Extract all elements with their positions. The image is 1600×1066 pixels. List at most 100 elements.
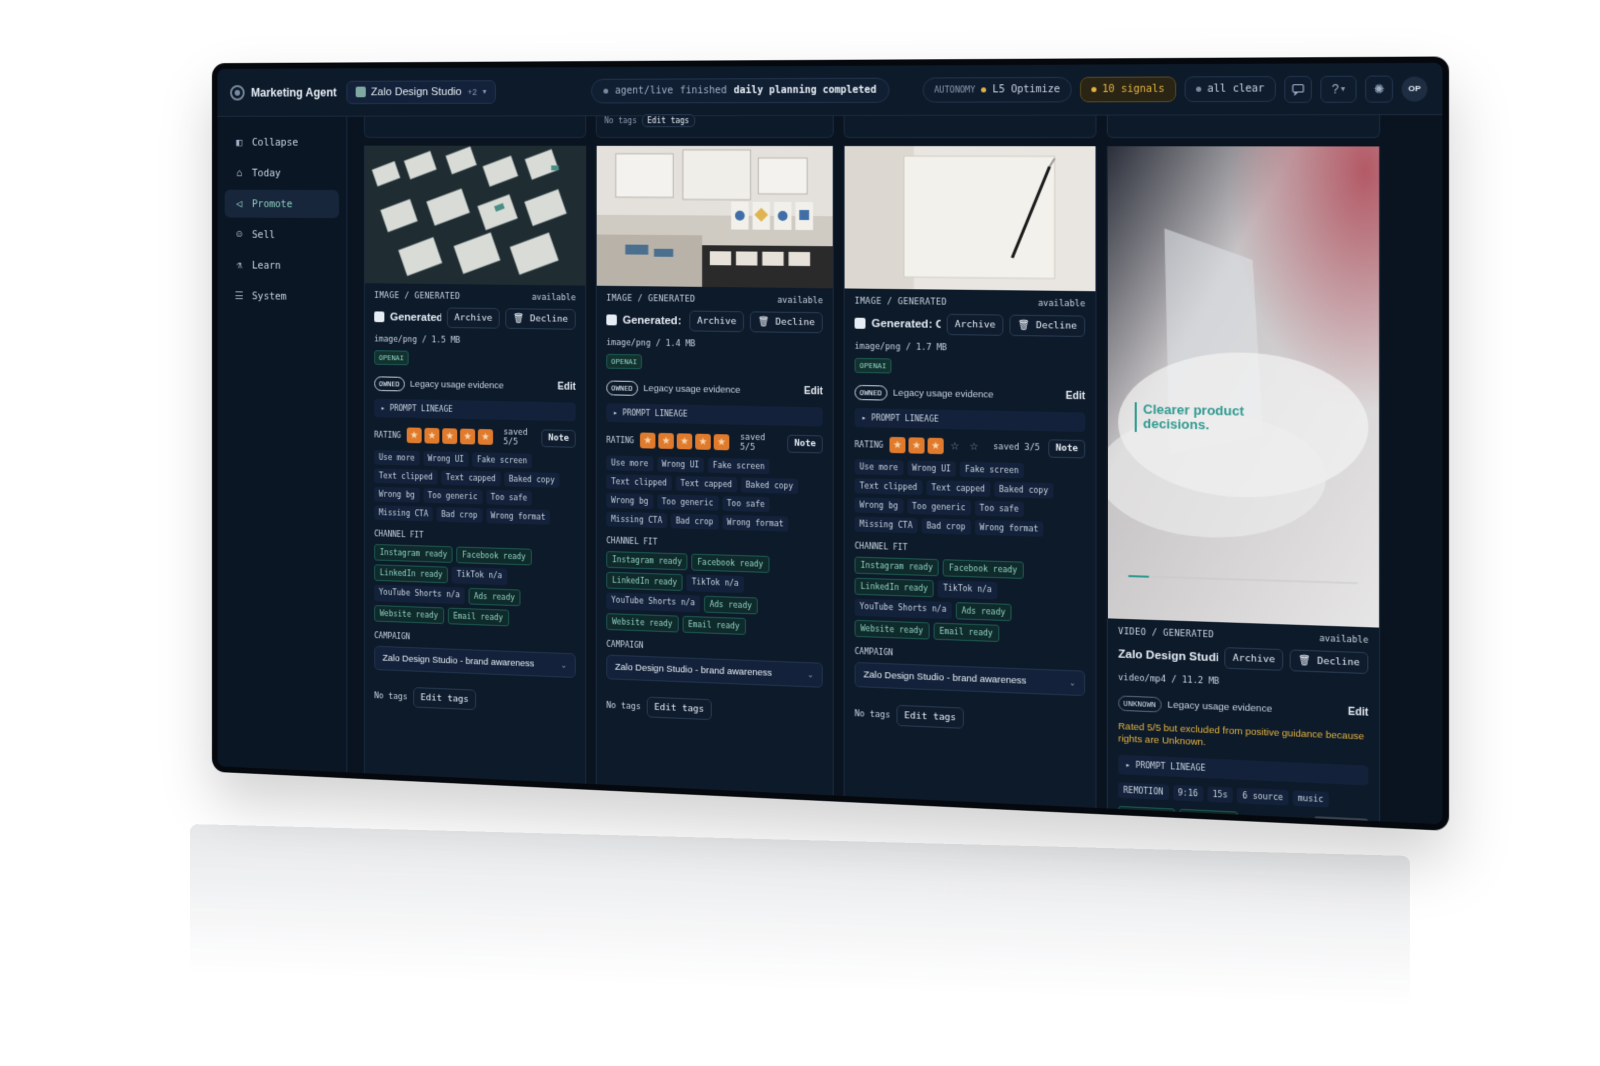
note-button[interactable]: Note <box>788 435 823 454</box>
edit-tags-button[interactable]: Edit tags <box>641 114 695 127</box>
feedback-chip[interactable]: Bad crop <box>671 513 718 529</box>
feedback-chip[interactable]: Bad crop <box>437 507 483 523</box>
channel-chip[interactable]: Email ready <box>448 608 509 627</box>
star-icon[interactable]: ★ <box>640 432 655 448</box>
edit-rights-button[interactable]: Edit <box>804 386 823 397</box>
prompt-lineage-toggle[interactable]: ▸ PROMPT LINEAGE <box>855 408 1086 432</box>
feedback-chip[interactable]: Bad crop <box>922 518 971 535</box>
feedback-chip[interactable]: Wrong format <box>974 520 1043 537</box>
campaign-select[interactable]: Zalo Design Studio - brand awareness ⌄ <box>374 646 575 678</box>
channel-chip[interactable]: YouTube Shorts n/a <box>374 585 464 605</box>
prompt-lineage-toggle[interactable]: ▸ PROMPT LINEAGE <box>1118 754 1368 785</box>
edit-rights-button[interactable]: Edit <box>558 382 576 393</box>
feedback-chip[interactable]: Wrong bg <box>606 493 653 509</box>
asset-thumbnail[interactable] <box>597 146 833 288</box>
video-asset-card[interactable]: Clearer product decisions. VIDEO / GENER… <box>1107 146 1380 821</box>
star-icon[interactable]: ★ <box>442 428 457 444</box>
edit-tags-button[interactable]: Edit tags <box>413 687 476 710</box>
edit-tags-button[interactable]: Edit tags <box>647 697 712 721</box>
feedback-chip[interactable]: Use more <box>855 459 903 475</box>
star-icon[interactable]: ★ <box>714 434 730 450</box>
channel-chip[interactable]: Ads ready <box>704 596 758 615</box>
feedback-chip[interactable]: Text clipped <box>374 468 437 484</box>
sidebar-item-collapse[interactable]: ◧ Collapse <box>225 128 339 156</box>
channel-chip[interactable]: LinkedIn ready <box>374 564 448 583</box>
decline-button[interactable]: 🗑 Decline <box>1290 649 1369 674</box>
channel-chip[interactable]: Facebook ready <box>457 546 532 565</box>
brand[interactable]: Marketing Agent <box>230 84 337 100</box>
channel-chip[interactable]: Instagram ready <box>855 557 939 577</box>
feedback-chip[interactable]: Missing CTA <box>374 505 433 521</box>
feedback-chip[interactable]: Too generic <box>657 494 718 511</box>
workspace-switcher[interactable]: Zalo Design Studio +2 ▾ <box>346 80 496 104</box>
feedback-chip[interactable]: Text clipped <box>606 474 671 490</box>
note-button[interactable]: Note <box>1049 439 1086 458</box>
sidebar-item-today[interactable]: ⌂ Today <box>225 159 339 187</box>
channel-chip[interactable]: Instagram ready <box>606 551 687 570</box>
channel-chip[interactable]: Instagram ready <box>374 544 453 563</box>
feedback-chip[interactable]: Missing CTA <box>606 512 667 529</box>
feedback-chip[interactable]: Wrong UI <box>907 460 956 476</box>
asset-card[interactable]: IMAGE / GENERATED available Generated: C… <box>844 146 1097 808</box>
campaign-select[interactable]: Zalo Design Studio - brand awareness ⌄ <box>606 655 822 688</box>
channel-chip[interactable]: LinkedIn ready <box>855 578 934 598</box>
channel-chip[interactable]: Email ready <box>933 623 999 643</box>
live-status[interactable]: agent/live finished daily planning compl… <box>591 78 889 104</box>
asset-thumbnail[interactable] <box>845 146 1096 291</box>
chat-icon[interactable] <box>1284 75 1312 102</box>
feedback-chip[interactable]: Wrong bg <box>374 487 419 503</box>
star-icon[interactable]: ★ <box>407 427 422 443</box>
video-thumbnail[interactable]: Clearer product decisions. <box>1108 146 1379 627</box>
star-icon[interactable]: ★ <box>478 429 493 445</box>
feedback-chip[interactable]: Use more <box>606 455 653 471</box>
feedback-chip[interactable]: Too generic <box>423 488 482 504</box>
feedback-chip[interactable]: Too safe <box>974 500 1023 517</box>
channel-chip[interactable]: TikTok n/a <box>687 574 744 593</box>
feedback-chip[interactable]: Text clipped <box>855 478 923 495</box>
track-chip[interactable]: voice 14s <box>1118 806 1175 826</box>
star-icon[interactable]: ★ <box>927 438 943 455</box>
feedback-chip[interactable]: Too safe <box>486 490 532 506</box>
feedback-chip[interactable]: Wrong bg <box>855 497 903 513</box>
select-checkbox[interactable] <box>374 311 384 322</box>
star-icon[interactable]: ☆ <box>947 438 963 455</box>
feedback-chip[interactable]: Wrong UI <box>423 451 469 467</box>
channel-chip[interactable]: Facebook ready <box>943 559 1024 579</box>
feedback-chip[interactable]: Baked copy <box>741 477 798 493</box>
channel-chip[interactable]: Facebook ready <box>692 554 770 573</box>
edit-rights-button[interactable]: Edit <box>1348 707 1368 719</box>
decline-button[interactable]: 🗑 Decline <box>505 308 575 330</box>
asset-thumbnail[interactable] <box>365 146 585 286</box>
edit-tags-button[interactable]: Edit tags <box>896 705 964 729</box>
channel-chip[interactable]: Website ready <box>374 605 444 624</box>
avatar[interactable]: OP <box>1402 76 1428 101</box>
channel-chip[interactable]: TikTok n/a <box>938 580 997 599</box>
feedback-chip[interactable]: Fake screen <box>708 458 770 474</box>
decline-button[interactable]: 🗑 Decline <box>1010 315 1086 337</box>
asset-card[interactable]: IMAGE / GENERATED available Generated: C… <box>596 146 834 796</box>
feedback-chip[interactable]: Wrong format <box>486 508 550 524</box>
star-icon[interactable]: ☆ <box>966 439 982 456</box>
feedback-chip[interactable]: Use more <box>374 450 419 466</box>
feedback-chip[interactable]: Baked copy <box>994 482 1053 499</box>
theme-sun-icon[interactable]: ✺ <box>1365 75 1393 102</box>
archive-button[interactable]: Archive <box>1224 647 1283 671</box>
prompt-lineage-toggle[interactable]: ▸ PROMPT LINEAGE <box>374 399 575 422</box>
prompt-lineage-toggle[interactable]: ▸ PROMPT LINEAGE <box>606 403 822 426</box>
channel-chip[interactable]: TikTok n/a <box>452 567 507 585</box>
feedback-chip[interactable]: Wrong format <box>722 515 789 532</box>
select-checkbox[interactable] <box>855 318 866 329</box>
sidebar-item-learn[interactable]: ⚗ Learn <box>225 251 339 280</box>
autonomy-pill[interactable]: AUTONOMY L5 Optimize <box>923 77 1071 103</box>
feedback-chip[interactable]: Too safe <box>722 496 770 512</box>
archive-button[interactable]: Archive <box>447 307 500 328</box>
star-icon[interactable]: ★ <box>677 433 693 449</box>
track-chip[interactable]: music 15s <box>1180 808 1238 828</box>
select-checkbox[interactable] <box>606 314 617 325</box>
star-icon[interactable]: ★ <box>695 434 711 450</box>
archive-button[interactable]: Archive <box>689 311 744 333</box>
star-icon[interactable]: ★ <box>908 437 924 453</box>
channel-chip[interactable]: YouTube Shorts n/a <box>606 592 699 612</box>
star-icon[interactable]: ★ <box>460 429 475 445</box>
note-button[interactable]: Note <box>542 429 576 447</box>
